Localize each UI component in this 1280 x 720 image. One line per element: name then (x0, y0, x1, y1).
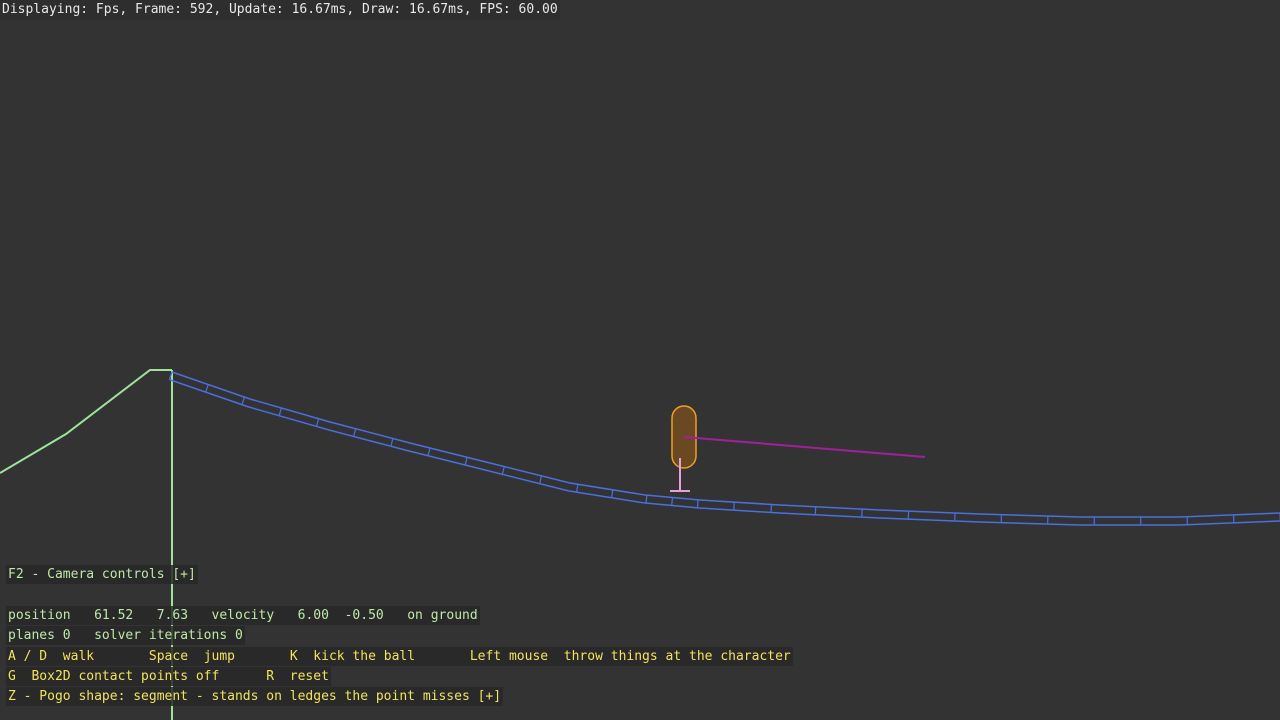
green-terrain-outline (0, 369, 172, 474)
position-y: 7.63 (156, 608, 189, 623)
velocity-x: 6.00 (297, 608, 329, 623)
track-tie (501, 466, 505, 475)
track-tie (610, 489, 614, 498)
game-canvas[interactable]: Displaying: Fps, Frame: 592, Update: 16.… (0, 0, 1280, 720)
jump-action: jump (203, 649, 236, 664)
controls-line-1: A / D walk Space jump K kick the ball Le… (6, 647, 793, 666)
track-tie (205, 384, 209, 393)
kick-key: K (289, 649, 298, 664)
track-tie (241, 396, 246, 405)
track-tie (353, 428, 357, 437)
walk-action: walk (62, 649, 95, 664)
planes-count: planes 0 (8, 628, 71, 643)
kick-action: kick the ball (313, 649, 416, 664)
velocity-label: velocity (211, 608, 275, 623)
reset-key: R (266, 669, 275, 684)
track-tie (315, 418, 320, 427)
jump-key: Space (148, 649, 189, 664)
fps-overlay: Displaying: Fps, Frame: 592, Update: 16.… (0, 0, 560, 20)
track-tie (427, 447, 431, 456)
throw-key: Left mouse (469, 649, 549, 664)
track-tie (575, 484, 579, 493)
track-top-edge (171, 371, 1280, 518)
position-label: position (8, 608, 71, 623)
track-bottom-edge (169, 378, 1280, 526)
blue-track (168, 371, 1280, 526)
aim-line (683, 436, 926, 458)
reset-action: reset (289, 669, 329, 684)
track-tie (645, 495, 648, 504)
track-tie (539, 475, 543, 484)
camera-controls-toggle[interactable]: F2 - Camera controls [+] (6, 565, 198, 584)
track-tie (464, 457, 468, 466)
status-line-solver: planes 0 solver iterations 0 (6, 626, 245, 645)
solver-iterations: solver iterations 0 (94, 628, 243, 643)
pogo-shape-toggle[interactable]: Z - Pogo shape: segment - stands on ledg… (6, 687, 504, 706)
controls-line-2: G Box2D contact points off R reset (6, 667, 331, 686)
track-tie (278, 407, 283, 416)
contacts-action: Box2D contact points off (31, 669, 220, 684)
track-tie (696, 499, 699, 508)
position-x: 61.52 (94, 608, 134, 623)
track-tie (390, 438, 394, 447)
status-line-position: position 61.52 7.63 velocity 6.00 -0.50 … (6, 606, 480, 625)
velocity-y: -0.50 (344, 608, 384, 623)
ground-state: on ground (407, 608, 478, 623)
track-tie (733, 502, 735, 511)
walk-key: A / D (8, 649, 48, 664)
track-tie (671, 497, 674, 506)
throw-action: throw things at the character (563, 649, 791, 664)
contacts-key: G (8, 669, 16, 684)
